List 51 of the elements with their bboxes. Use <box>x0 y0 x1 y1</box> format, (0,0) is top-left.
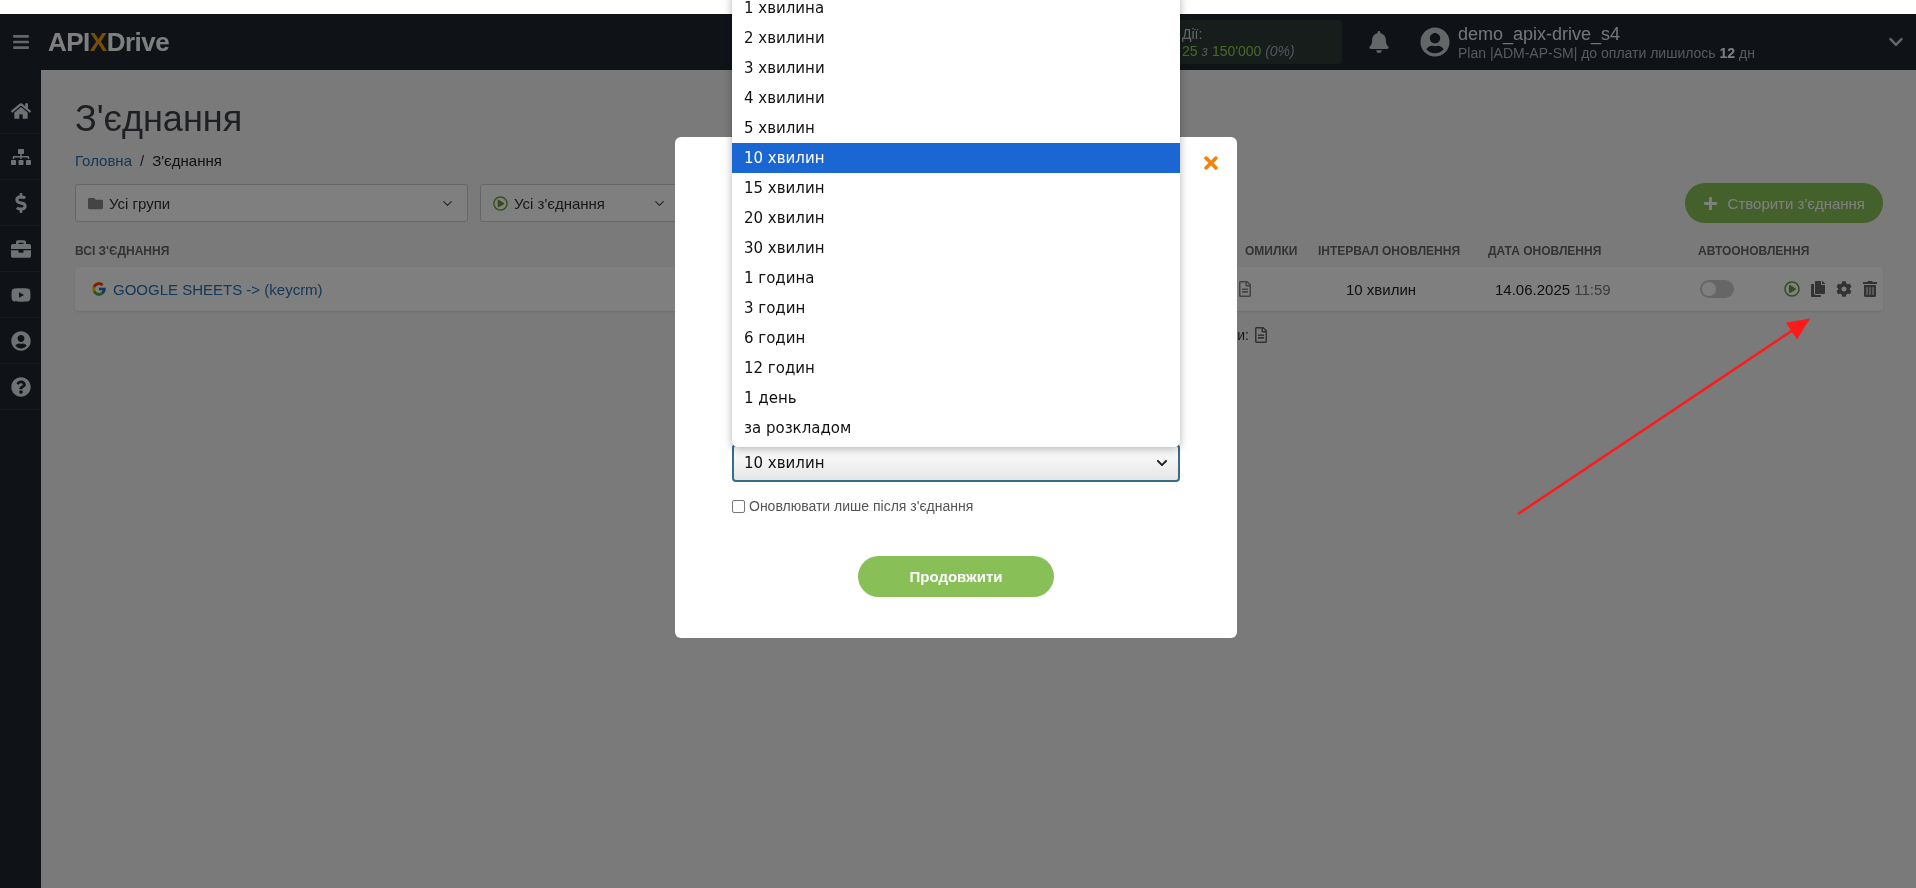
update-date: 14.06.2025 11:59 <box>1495 280 1611 298</box>
column-header: АВТООНОВЛЕННЯ <box>1698 244 1810 258</box>
document-icon <box>1253 327 1269 343</box>
dropdown-option[interactable]: 2 хвилини <box>732 23 1180 53</box>
dropdown-option[interactable]: 12 годин <box>732 353 1180 383</box>
google-icon <box>91 281 107 297</box>
dropdown-option[interactable]: 3 годин <box>732 293 1180 323</box>
dropdown-option[interactable]: 1 день <box>732 383 1180 413</box>
play-icon <box>493 195 508 211</box>
dropdown-option[interactable]: 15 хвилин <box>732 173 1180 203</box>
checkbox-label: Оновлювати лише після з'єднання <box>749 498 974 514</box>
column-header: ДАТА ОНОВЛЕННЯ <box>1488 244 1602 258</box>
autoupdate-toggle[interactable] <box>1700 280 1734 298</box>
settings-icon[interactable] <box>1836 281 1852 297</box>
filter-select[interactable]: Усі групи <box>75 184 468 222</box>
plus-icon <box>1702 195 1718 211</box>
column-header: ВСІ З'ЄДНАННЯ <box>75 244 170 258</box>
logo: APIXDrive <box>48 26 170 58</box>
dropdown-option[interactable]: 1 година <box>732 263 1180 293</box>
column-header: ОМИЛКИ <box>1245 244 1298 258</box>
dropdown-option[interactable]: 5 хвилин <box>732 113 1180 143</box>
actions-count: 25 з 150'000 (0%) <box>1182 43 1296 60</box>
breadcrumb-separator: / <box>140 152 145 169</box>
trash-icon[interactable] <box>1862 281 1878 297</box>
avatar-icon[interactable] <box>1420 27 1450 57</box>
folder-icon <box>88 195 103 211</box>
user-name: demo_apix-drive_s4 <box>1458 23 1622 45</box>
dropdown-option[interactable]: 3 хвилини <box>732 53 1180 83</box>
checkbox[interactable] <box>732 499 745 513</box>
plan-text: Plan |ADM-AP-SM| до оплати лишилось 12 дн <box>1458 44 1756 61</box>
page-title: З'єднання <box>75 98 243 140</box>
interval-select[interactable]: 10 хвилин <box>732 444 1180 482</box>
close-icon[interactable] <box>1201 153 1221 173</box>
legend-text: и: <box>1237 327 1249 343</box>
interval-text: 10 хвилин <box>1346 280 1417 298</box>
breadcrumb-current: З'єднання <box>152 152 222 169</box>
dropdown-option[interactable]: за розкладом <box>732 413 1180 443</box>
dropdown-option[interactable]: 4 хвилини <box>732 83 1180 113</box>
dropdown-option[interactable]: 10 хвилин <box>732 143 1180 173</box>
dropdown-option[interactable]: 1 хвилина <box>732 0 1180 23</box>
document-icon[interactable] <box>1237 281 1253 297</box>
chevron-down-icon <box>1156 457 1168 469</box>
dropdown-option[interactable]: 20 хвилин <box>732 203 1180 233</box>
play-icon[interactable] <box>1784 281 1800 297</box>
menu-icon[interactable] <box>12 33 30 51</box>
copy-icon[interactable] <box>1810 281 1826 297</box>
dropdown-option[interactable]: 6 годин <box>732 323 1180 353</box>
dropdown-option[interactable]: 30 хвилин <box>732 233 1180 263</box>
bell-icon[interactable] <box>1368 31 1390 53</box>
actions-label: Дії: <box>1182 26 1204 43</box>
column-header: ІНТЕРВАЛ ОНОВЛЕННЯ <box>1318 244 1461 258</box>
